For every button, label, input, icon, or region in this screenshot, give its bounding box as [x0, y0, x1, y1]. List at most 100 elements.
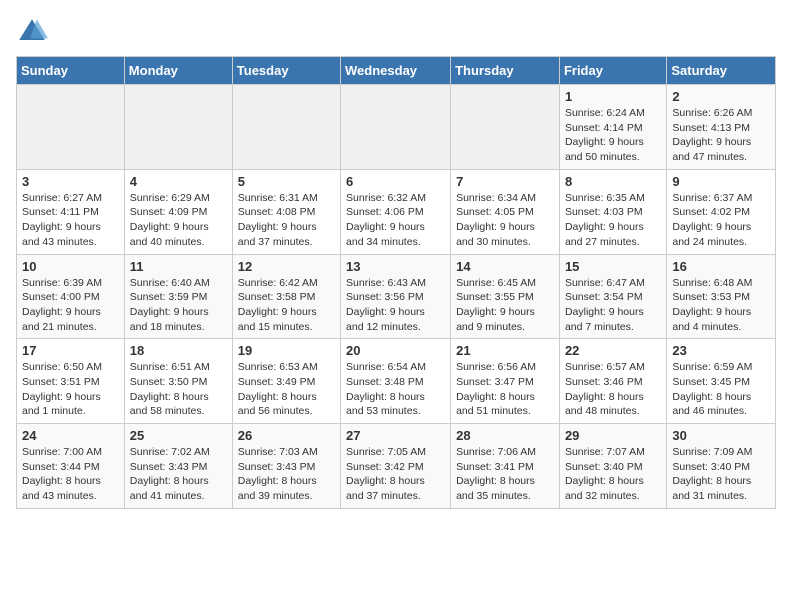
day-cell: 9 Sunrise: 6:37 AM Sunset: 4:02 PM Daylig…: [667, 169, 776, 254]
day-info: Sunrise: 6:31 AM Sunset: 4:08 PM Dayligh…: [238, 191, 335, 250]
day-number: 11: [130, 259, 227, 274]
day-number: 21: [456, 343, 554, 358]
day-number: 6: [346, 174, 445, 189]
day-number: 14: [456, 259, 554, 274]
day-info: Sunrise: 6:54 AM Sunset: 3:48 PM Dayligh…: [346, 360, 445, 419]
day-number: 26: [238, 428, 335, 443]
day-info: Sunrise: 6:56 AM Sunset: 3:47 PM Dayligh…: [456, 360, 554, 419]
day-info: Sunrise: 7:00 AM Sunset: 3:44 PM Dayligh…: [22, 445, 119, 504]
day-number: 17: [22, 343, 119, 358]
header-day-tuesday: Tuesday: [232, 57, 340, 85]
day-cell: [451, 85, 560, 170]
day-info: Sunrise: 6:29 AM Sunset: 4:09 PM Dayligh…: [130, 191, 227, 250]
day-number: 4: [130, 174, 227, 189]
day-cell: 14Sunrise: 6:45 AM Sunset: 3:55 PM Dayli…: [451, 254, 560, 339]
day-cell: 8 Sunrise: 6:35 AM Sunset: 4:03 PM Daylig…: [559, 169, 666, 254]
day-info: Sunrise: 6:50 AM Sunset: 3:51 PM Dayligh…: [22, 360, 119, 419]
day-cell: 28 Sunrise: 7:06 AM Sunset: 3:41 PM Dayli…: [451, 424, 560, 509]
day-cell: 5Sunrise: 6:31 AM Sunset: 4:08 PM Daylig…: [232, 169, 340, 254]
day-number: 23: [672, 343, 770, 358]
day-number: 28: [456, 428, 554, 443]
day-number: 30: [672, 428, 770, 443]
day-cell: 27 Sunrise: 7:05 AM Sunset: 3:42 PM Dayli…: [341, 424, 451, 509]
day-cell: 2 Sunrise: 6:26 AM Sunset: 4:13 PM Daylig…: [667, 85, 776, 170]
day-number: 10: [22, 259, 119, 274]
day-number: 1: [565, 89, 661, 104]
day-cell: 25 Sunrise: 7:02 AM Sunset: 3:43 PM Dayli…: [124, 424, 232, 509]
day-cell: 1 Sunrise: 6:24 AM Sunset: 4:14 PM Daylig…: [559, 85, 666, 170]
day-cell: 21 Sunrise: 6:56 AM Sunset: 3:47 PM Dayli…: [451, 339, 560, 424]
day-info: Sunrise: 6:32 AM Sunset: 4:06 PM Dayligh…: [346, 191, 445, 250]
day-cell: 3Sunrise: 6:27 AM Sunset: 4:11 PM Daylig…: [17, 169, 125, 254]
page-header: [16, 16, 776, 48]
day-info: Sunrise: 6:37 AM Sunset: 4:02 PM Dayligh…: [672, 191, 770, 250]
header-day-wednesday: Wednesday: [341, 57, 451, 85]
week-row-2: 3Sunrise: 6:27 AM Sunset: 4:11 PM Daylig…: [17, 169, 776, 254]
day-cell: 17 Sunrise: 6:50 AM Sunset: 3:51 PM Dayli…: [17, 339, 125, 424]
day-info: Sunrise: 7:03 AM Sunset: 3:43 PM Dayligh…: [238, 445, 335, 504]
day-cell: 11 Sunrise: 6:40 AM Sunset: 3:59 PM Dayli…: [124, 254, 232, 339]
day-info: Sunrise: 6:34 AM Sunset: 4:05 PM Dayligh…: [456, 191, 554, 250]
day-cell: [232, 85, 340, 170]
day-info: Sunrise: 7:02 AM Sunset: 3:43 PM Dayligh…: [130, 445, 227, 504]
day-info: Sunrise: 7:07 AM Sunset: 3:40 PM Dayligh…: [565, 445, 661, 504]
day-number: 29: [565, 428, 661, 443]
day-info: Sunrise: 6:39 AM Sunset: 4:00 PM Dayligh…: [22, 276, 119, 335]
day-cell: 15 Sunrise: 6:47 AM Sunset: 3:54 PM Dayli…: [559, 254, 666, 339]
day-info: Sunrise: 6:53 AM Sunset: 3:49 PM Dayligh…: [238, 360, 335, 419]
day-number: 20: [346, 343, 445, 358]
day-number: 7: [456, 174, 554, 189]
day-info: Sunrise: 6:24 AM Sunset: 4:14 PM Dayligh…: [565, 106, 661, 165]
day-number: 19: [238, 343, 335, 358]
day-number: 22: [565, 343, 661, 358]
day-info: Sunrise: 6:48 AM Sunset: 3:53 PM Dayligh…: [672, 276, 770, 335]
day-info: Sunrise: 6:47 AM Sunset: 3:54 PM Dayligh…: [565, 276, 661, 335]
day-info: Sunrise: 6:59 AM Sunset: 3:45 PM Dayligh…: [672, 360, 770, 419]
header-row: SundayMondayTuesdayWednesdayThursdayFrid…: [17, 57, 776, 85]
day-cell: 16 Sunrise: 6:48 AM Sunset: 3:53 PM Dayli…: [667, 254, 776, 339]
header-day-saturday: Saturday: [667, 57, 776, 85]
day-number: 16: [672, 259, 770, 274]
calendar: SundayMondayTuesdayWednesdayThursdayFrid…: [16, 56, 776, 509]
header-day-friday: Friday: [559, 57, 666, 85]
header-day-monday: Monday: [124, 57, 232, 85]
logo: [16, 16, 52, 48]
day-cell: 24 Sunrise: 7:00 AM Sunset: 3:44 PM Dayli…: [17, 424, 125, 509]
day-cell: [341, 85, 451, 170]
day-number: 25: [130, 428, 227, 443]
day-number: 2: [672, 89, 770, 104]
day-info: Sunrise: 7:05 AM Sunset: 3:42 PM Dayligh…: [346, 445, 445, 504]
header-day-sunday: Sunday: [17, 57, 125, 85]
day-info: Sunrise: 6:42 AM Sunset: 3:58 PM Dayligh…: [238, 276, 335, 335]
day-info: Sunrise: 6:26 AM Sunset: 4:13 PM Dayligh…: [672, 106, 770, 165]
header-day-thursday: Thursday: [451, 57, 560, 85]
day-cell: 18 Sunrise: 6:51 AM Sunset: 3:50 PM Dayli…: [124, 339, 232, 424]
day-number: 24: [22, 428, 119, 443]
day-number: 3: [22, 174, 119, 189]
week-row-4: 17 Sunrise: 6:50 AM Sunset: 3:51 PM Dayli…: [17, 339, 776, 424]
day-cell: 10 Sunrise: 6:39 AM Sunset: 4:00 PM Dayli…: [17, 254, 125, 339]
day-cell: 26 Sunrise: 7:03 AM Sunset: 3:43 PM Dayli…: [232, 424, 340, 509]
day-cell: 6 Sunrise: 6:32 AM Sunset: 4:06 PM Daylig…: [341, 169, 451, 254]
day-cell: 23 Sunrise: 6:59 AM Sunset: 3:45 PM Dayli…: [667, 339, 776, 424]
week-row-1: 1 Sunrise: 6:24 AM Sunset: 4:14 PM Daylig…: [17, 85, 776, 170]
day-number: 9: [672, 174, 770, 189]
logo-icon: [16, 16, 48, 48]
week-row-5: 24 Sunrise: 7:00 AM Sunset: 3:44 PM Dayli…: [17, 424, 776, 509]
day-number: 15: [565, 259, 661, 274]
day-number: 18: [130, 343, 227, 358]
day-cell: [17, 85, 125, 170]
day-cell: 13Sunrise: 6:43 AM Sunset: 3:56 PM Dayli…: [341, 254, 451, 339]
day-number: 27: [346, 428, 445, 443]
day-number: 12: [238, 259, 335, 274]
day-cell: 22Sunrise: 6:57 AM Sunset: 3:46 PM Dayli…: [559, 339, 666, 424]
day-cell: 20 Sunrise: 6:54 AM Sunset: 3:48 PM Dayli…: [341, 339, 451, 424]
day-cell: 29 Sunrise: 7:07 AM Sunset: 3:40 PM Dayli…: [559, 424, 666, 509]
day-info: Sunrise: 6:51 AM Sunset: 3:50 PM Dayligh…: [130, 360, 227, 419]
day-number: 8: [565, 174, 661, 189]
day-info: Sunrise: 7:06 AM Sunset: 3:41 PM Dayligh…: [456, 445, 554, 504]
day-info: Sunrise: 7:09 AM Sunset: 3:40 PM Dayligh…: [672, 445, 770, 504]
day-info: Sunrise: 6:43 AM Sunset: 3:56 PM Dayligh…: [346, 276, 445, 335]
day-info: Sunrise: 6:40 AM Sunset: 3:59 PM Dayligh…: [130, 276, 227, 335]
day-info: Sunrise: 6:35 AM Sunset: 4:03 PM Dayligh…: [565, 191, 661, 250]
